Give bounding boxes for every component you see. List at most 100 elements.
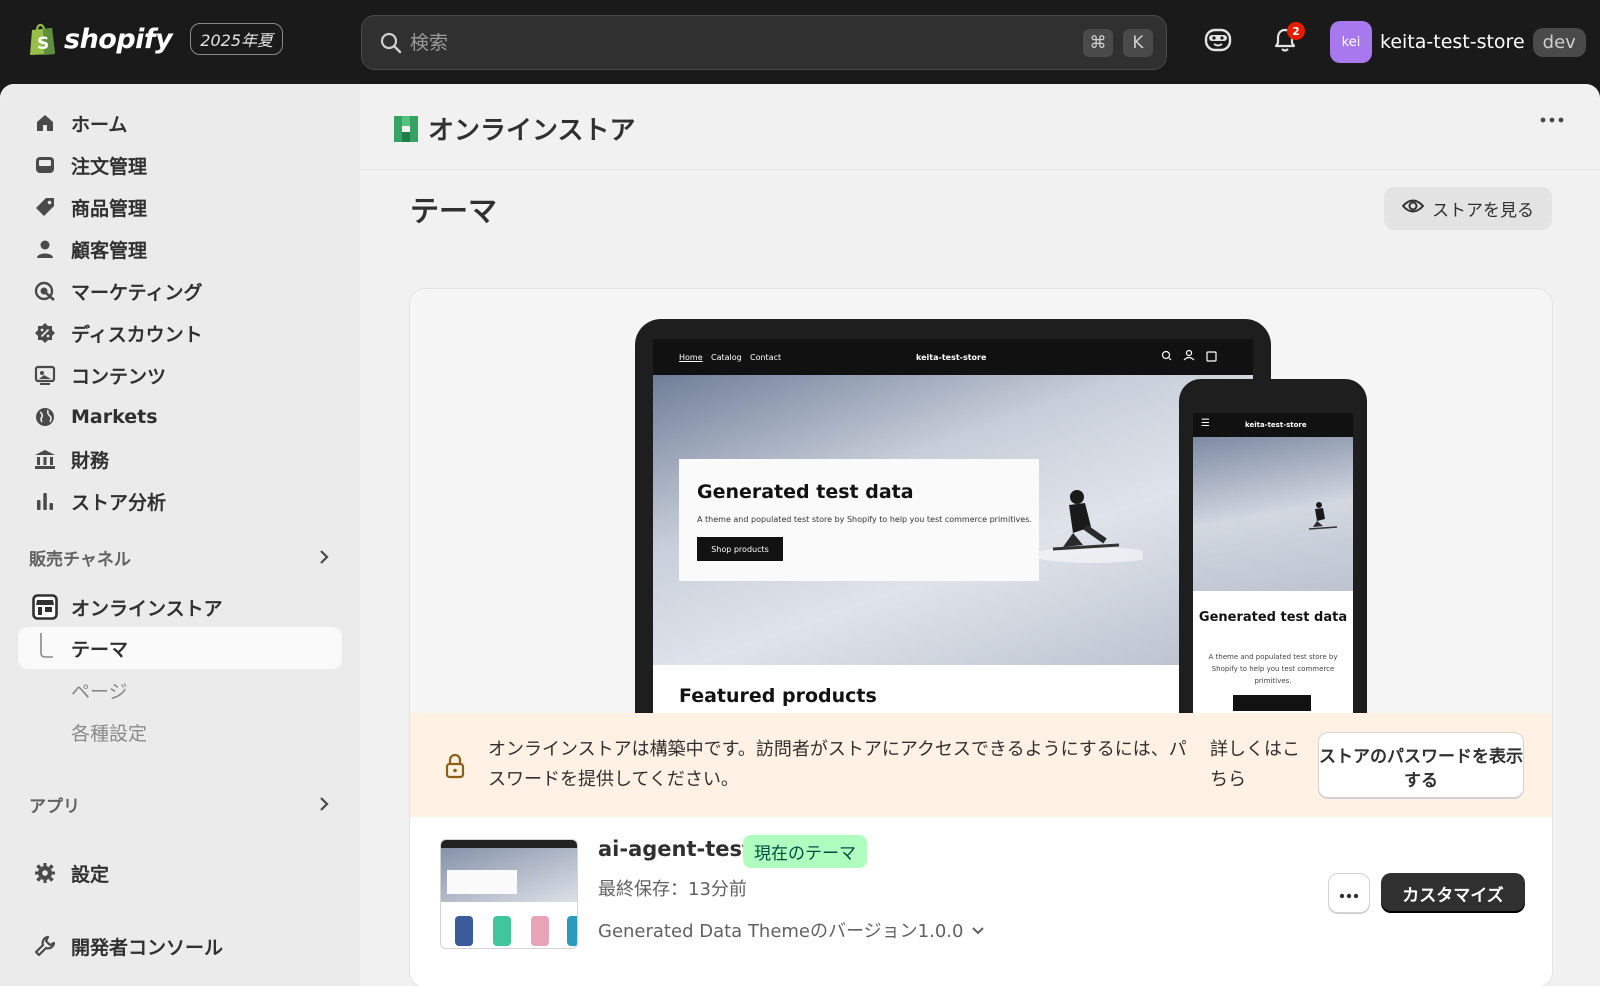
sidebar-item-label: ページ [71, 680, 128, 703]
phone-shop-button [1233, 695, 1311, 711]
customize-button[interactable]: カスタマイズ [1381, 873, 1525, 913]
notifications-button[interactable]: 2 [1267, 22, 1305, 60]
wrench-icon [28, 935, 62, 957]
learn-more-link[interactable]: 詳しくはこちら [1210, 735, 1300, 795]
laptop-preview: Home Catalog Contact keita-test-store Ge… [635, 319, 1271, 713]
shopify-logo[interactable]: S shopify 2025年夏 [28, 22, 284, 56]
preview-nav: Home Catalog Contact keita-test-store [653, 339, 1253, 375]
top-bar: S shopify 2025年夏 ⌘ K 2 kei keita-test-st… [0, 0, 1600, 84]
sidebar-item-analytics[interactable]: ストア分析 [18, 480, 342, 522]
content-icon [28, 364, 62, 386]
sidebar-item-orders[interactable]: 注文管理 [18, 144, 342, 186]
sidebar-item-home[interactable]: ホーム [18, 102, 342, 144]
target-icon [28, 280, 62, 302]
sidebar-item-label: 設定 [71, 863, 110, 886]
chart-bar-icon [28, 490, 62, 512]
more-options-icon[interactable] [1540, 112, 1564, 132]
lock-icon [444, 753, 466, 783]
person-icon [28, 238, 62, 260]
sidebar: ホーム 注文管理 商品管理 顧客管理 マーケティング ディスカウント コンテンツ [0, 84, 360, 986]
thumb-product [531, 916, 549, 946]
globe-icon [28, 406, 62, 428]
sidebar-item-label: 商品管理 [71, 197, 148, 220]
preview-nav-contact: Contact [750, 353, 782, 362]
sales-channels-heading[interactable]: 販売チャネル [29, 545, 131, 570]
phone-preview: ☰ keita-test-store Generated test data A… [1179, 379, 1367, 713]
theme-thumbnail[interactable] [440, 839, 578, 949]
chevron-right-icon[interactable] [318, 796, 330, 816]
theme-preview[interactable]: Home Catalog Contact keita-test-store Ge… [410, 289, 1552, 713]
sidebar-item-label: オンラインストア [71, 597, 223, 620]
more-options-icon [1339, 884, 1359, 903]
phone-nav: ☰ keita-test-store [1193, 413, 1353, 437]
shopify-bag-icon: S [28, 22, 58, 56]
phone-store-name: keita-test-store [1245, 421, 1307, 429]
password-banner: オンラインストアは構築中です。訪問者がストアにアクセスできるようにするには、パス… [410, 713, 1552, 817]
notification-count-badge: 2 [1287, 22, 1305, 40]
sidebar-item-dev-console[interactable]: 開発者コンソール [18, 925, 342, 967]
sidebar-item-label: 開発者コンソール [71, 936, 224, 959]
sidebar-item-label: テーマ [71, 638, 129, 661]
sidebar-item-products[interactable]: 商品管理 [18, 186, 342, 228]
svg-text:S: S [37, 34, 49, 54]
shortcut-k-key: K [1123, 29, 1153, 57]
sidebar-item-customers[interactable]: 顧客管理 [18, 228, 342, 270]
eye-icon [1401, 197, 1425, 220]
phone-hero-title: Generated test data [1198, 610, 1348, 625]
theme-version-text: Generated Data Themeのバージョン1.0.0 [598, 921, 964, 942]
theme-card: Home Catalog Contact keita-test-store Ge… [409, 288, 1553, 986]
sidekick-button[interactable] [1200, 24, 1236, 60]
sidebar-item-preferences[interactable]: 各種設定 [18, 711, 342, 753]
preview-nav-catalog: Catalog [711, 353, 742, 362]
hamburger-icon: ☰ [1201, 418, 1210, 429]
preview-store-name: keita-test-store [916, 353, 987, 362]
sidebar-item-settings[interactable]: 設定 [18, 852, 342, 894]
theme-more-actions-button[interactable] [1328, 873, 1370, 913]
main-content: オンラインストア テーマ ストアを見る Home Catalog Contact… [360, 84, 1600, 986]
preview-hero-box: Generated test data A theme and populate… [679, 459, 1039, 581]
online-store-icon [392, 114, 420, 148]
sidebar-item-discounts[interactable]: ディスカウント [18, 312, 342, 354]
sidebar-item-finance[interactable]: 財務 [18, 438, 342, 480]
store-name: keita-test-store [1380, 31, 1525, 53]
preview-hero-title: Generated test data [697, 481, 914, 503]
preview-nav-icons [1161, 349, 1221, 365]
sidebar-item-markets[interactable]: Markets [18, 396, 342, 438]
phone-hero-image [1193, 437, 1353, 591]
show-password-button[interactable]: ストアのパスワードを表示する [1318, 732, 1524, 798]
sidebar-item-content[interactable]: コンテンツ [18, 354, 342, 396]
sidebar-item-themes[interactable]: テーマ [18, 627, 342, 669]
chevron-right-icon[interactable] [318, 549, 330, 569]
preview-shop-button: Shop products [697, 537, 783, 561]
sidebar-item-online-store[interactable]: オンラインストア [18, 586, 342, 628]
tree-branch-icon [28, 633, 62, 663]
preview-hero-subtitle: A theme and populated test store by Shop… [697, 515, 1032, 524]
shortcut-cmd-key: ⌘ [1083, 29, 1113, 57]
preview-featured-heading: Featured products [679, 685, 877, 707]
home-icon [28, 112, 62, 134]
tag-icon [28, 196, 62, 218]
theme-name: ai-agent-test [598, 837, 753, 861]
page-header-title: オンラインストア [428, 116, 636, 146]
dev-badge: dev [1532, 27, 1586, 57]
view-store-button[interactable]: ストアを見る [1384, 187, 1552, 230]
brand-name: shopify [64, 23, 173, 55]
search-bar[interactable]: ⌘ K [361, 15, 1167, 70]
account-menu[interactable]: kei keita-test-store dev [1330, 21, 1586, 63]
view-store-label: ストアを見る [1432, 201, 1534, 221]
storefront-icon [28, 594, 62, 620]
sidebar-item-label: 注文管理 [71, 155, 148, 178]
sidebar-item-label: 財務 [71, 449, 110, 472]
edition-badge[interactable]: 2025年夏 [190, 23, 284, 55]
chevron-down-icon [971, 920, 985, 941]
search-input[interactable] [410, 16, 1010, 69]
page-header: オンラインストア [360, 84, 1600, 170]
apps-heading[interactable]: アプリ [29, 792, 80, 817]
preview-hero-image: Generated test data A theme and populate… [653, 375, 1253, 665]
sidebar-item-marketing[interactable]: マーケティング [18, 270, 342, 312]
thumb-product [455, 916, 473, 946]
last-saved-text: 最終保存：13分前 [598, 879, 747, 900]
theme-version-dropdown[interactable]: Generated Data Themeのバージョン1.0.0 [598, 917, 985, 943]
sidebar-item-pages[interactable]: ページ [18, 669, 342, 711]
gear-icon [28, 862, 62, 884]
